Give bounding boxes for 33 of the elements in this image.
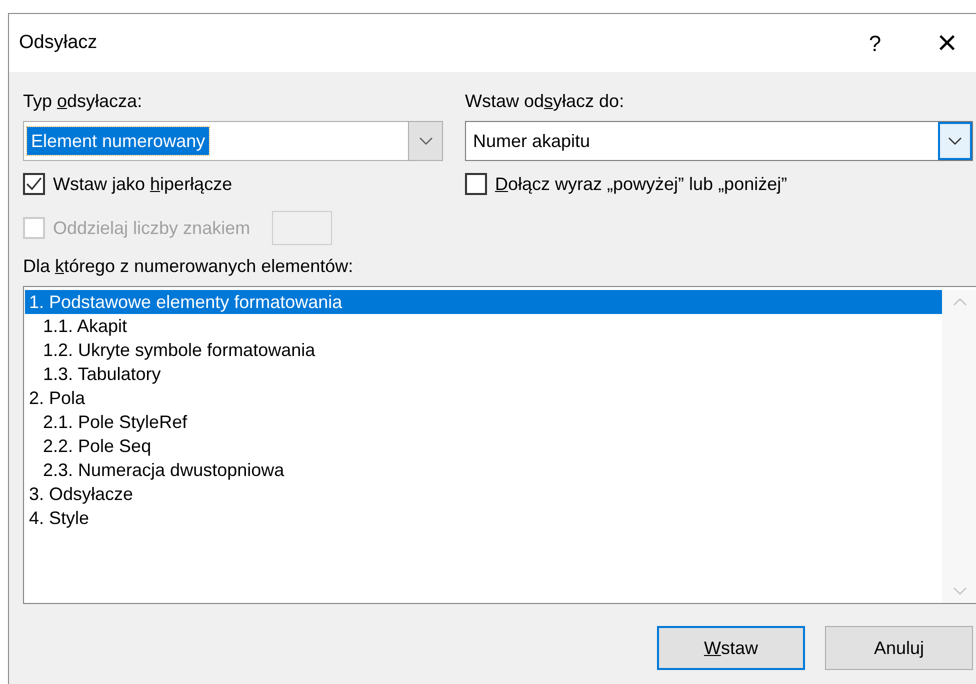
list-item[interactable]: 2.2. Pole Seq [25, 434, 942, 458]
dropdown-value: Element numerowany [27, 127, 210, 155]
scroll-down-icon [953, 587, 967, 595]
checkbox-label: Dołącz wyraz „powyżej” lub „poniżej” [495, 172, 788, 196]
dialog-button[interactable]: Wstaw [657, 626, 805, 670]
list-item[interactable]: 2.3. Numeracja dwustopniowa [25, 458, 942, 482]
dropdown-value: Numer akapitu [472, 130, 592, 153]
chevron-down-icon [948, 137, 962, 145]
list-item[interactable]: 2.1. Pole StyleRef [25, 410, 942, 434]
chevron-down-icon [418, 137, 432, 145]
dialog-button[interactable]: Anuluj [825, 626, 973, 670]
list-item[interactable]: 1.1. Akapit [25, 314, 942, 338]
checkbox[interactable] [23, 173, 45, 195]
help-button[interactable]: ? [855, 26, 895, 60]
field-label: Wstaw odsyłacz do: [465, 90, 626, 113]
checkbox[interactable] [465, 173, 487, 195]
list-item[interactable]: 1.3. Tabulatory [25, 362, 942, 386]
checkmark-icon [26, 177, 42, 191]
separator-field [272, 211, 332, 245]
list-item[interactable]: 4. Style [25, 506, 942, 530]
dropdown[interactable]: Numer akapitu [465, 121, 973, 161]
list-item[interactable]: 3. Odsyłacze [25, 482, 942, 506]
list-item[interactable]: 1.2. Ukryte symbole formatowania [25, 338, 942, 362]
checkbox-label: Wstaw jako hiperłącze [53, 172, 232, 196]
list-item[interactable]: 2. Pola [25, 386, 942, 410]
window-title: Odsyłacz [19, 30, 98, 55]
close-button[interactable]: × [927, 26, 967, 60]
checkbox-label: Oddzielaj liczby znakiem [53, 216, 250, 240]
field-label: Typ odsyłacza: [23, 90, 144, 113]
list-label: Dla którego z numerowanych elementów: [23, 255, 354, 278]
list-item[interactable]: 1. Podstawowe elementy formatowania [25, 290, 942, 314]
scroll-up-icon [953, 298, 967, 306]
dropdown[interactable]: Element numerowany [23, 121, 443, 161]
